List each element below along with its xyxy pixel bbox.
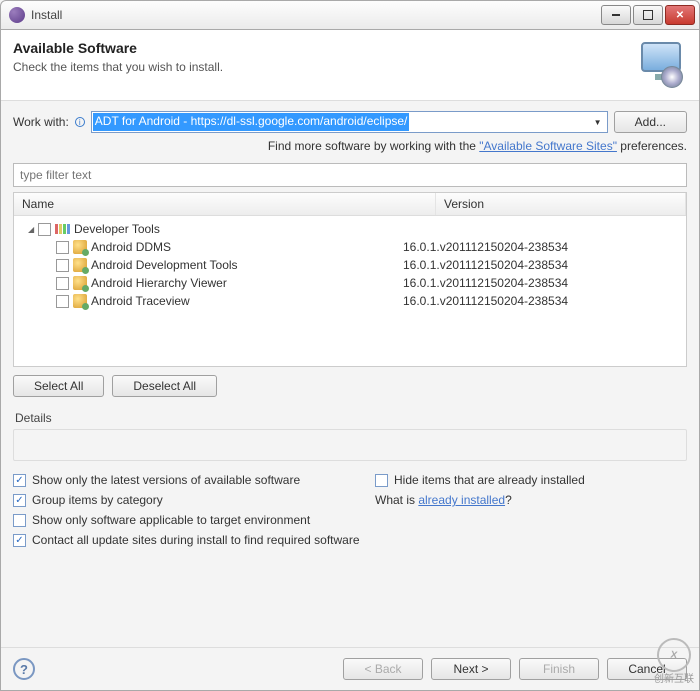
item-version: 16.0.1.v201112150204-238534 — [403, 276, 568, 290]
item-version: 16.0.1.v201112150204-238534 — [403, 294, 568, 308]
item-name: Android Traceview — [91, 294, 403, 308]
sites-suffix: preferences. — [620, 139, 687, 153]
help-button[interactable]: ? — [13, 658, 35, 680]
column-name[interactable]: Name — [14, 193, 436, 215]
item-checkbox[interactable] — [56, 277, 69, 290]
sites-prefix: Find more software by working with the — [268, 139, 479, 153]
sites-hint: Find more software by working with the "… — [13, 139, 687, 153]
add-button[interactable]: Add... — [614, 111, 687, 133]
watermark-text: 创新互联 — [654, 674, 694, 685]
app-icon — [9, 7, 25, 23]
feature-icon — [73, 294, 87, 308]
details-box — [13, 429, 687, 461]
banner-text: Available Software Check the items that … — [13, 40, 223, 90]
feature-icon — [73, 276, 87, 290]
software-table: Name Version Developer Tools Android DDM… — [13, 192, 687, 367]
watermark-logo: X — [654, 635, 693, 674]
watermark: X 创新互联 — [654, 638, 694, 685]
opt-show-latest[interactable]: ✓ Show only the latest versions of avail… — [13, 473, 363, 487]
select-all-button[interactable]: Select All — [13, 375, 104, 397]
next-button[interactable]: Next > — [431, 658, 511, 680]
opt-label: Group items by category — [32, 493, 163, 507]
item-version: 16.0.1.v201112150204-238534 — [403, 240, 568, 254]
checkbox-icon[interactable]: ✓ — [13, 474, 26, 487]
window-titlebar: Install — [0, 0, 700, 30]
item-checkbox[interactable] — [56, 295, 69, 308]
maximize-button[interactable] — [633, 5, 663, 25]
feature-icon — [73, 240, 87, 254]
finish-button: Finish — [519, 658, 599, 680]
checkbox-icon[interactable] — [13, 514, 26, 527]
work-with-row: Work with: i ADT for Android - https://d… — [13, 111, 687, 133]
details-section: Details — [13, 407, 687, 461]
item-version: 16.0.1.v201112150204-238534 — [403, 258, 568, 272]
expand-icon[interactable] — [28, 224, 38, 234]
work-with-label: Work with: — [13, 115, 69, 129]
column-version[interactable]: Version — [436, 193, 686, 215]
checkbox-icon[interactable]: ✓ — [13, 494, 26, 507]
feature-icon — [73, 258, 87, 272]
checkbox-icon[interactable] — [375, 474, 388, 487]
software-tree: Developer Tools Android DDMS 16.0.1.v201… — [14, 216, 686, 314]
what-is-prefix: What is — [375, 493, 418, 507]
window-body: Available Software Check the items that … — [0, 30, 700, 691]
what-is-row: What is already installed? — [375, 493, 687, 507]
tree-item-row[interactable]: Android Traceview 16.0.1.v201112150204-2… — [14, 292, 686, 310]
opt-label: Hide items that are already installed — [394, 473, 585, 487]
work-with-input[interactable] — [91, 111, 608, 133]
banner-heading: Available Software — [13, 40, 223, 56]
minimize-button[interactable] — [601, 5, 631, 25]
item-name: Android Hierarchy Viewer — [91, 276, 403, 290]
tree-item-row[interactable]: Android Hierarchy Viewer 16.0.1.v2011121… — [14, 274, 686, 292]
work-with-combo[interactable]: ADT for Android - https://dl-ssl.google.… — [91, 111, 608, 133]
wizard-footer: ? < Back Next > Finish Cancel — [1, 647, 699, 690]
checkbox-icon[interactable]: ✓ — [13, 534, 26, 547]
item-checkbox[interactable] — [56, 259, 69, 272]
content-area: Work with: i ADT for Android - https://d… — [1, 101, 699, 647]
opt-group-category[interactable]: ✓ Group items by category — [13, 493, 363, 507]
window-title: Install — [31, 8, 601, 22]
item-name: Android DDMS — [91, 240, 403, 254]
tree-group-row[interactable]: Developer Tools — [14, 220, 686, 238]
item-name: Android Development Tools — [91, 258, 403, 272]
item-checkbox[interactable] — [56, 241, 69, 254]
details-label: Details — [13, 407, 687, 429]
wizard-banner: Available Software Check the items that … — [1, 30, 699, 101]
selection-buttons: Select All Deselect All — [13, 375, 687, 397]
tree-item-row[interactable]: Android Development Tools 16.0.1.v201112… — [14, 256, 686, 274]
group-checkbox[interactable] — [38, 223, 51, 236]
install-icon — [637, 40, 687, 90]
opt-hide-installed[interactable]: Hide items that are already installed — [375, 473, 687, 487]
category-icon — [55, 224, 70, 234]
opt-label: Show only software applicable to target … — [32, 513, 310, 527]
available-sites-link[interactable]: "Available Software Sites" — [479, 139, 617, 153]
filter-input[interactable] — [13, 163, 687, 187]
banner-subheading: Check the items that you wish to install… — [13, 60, 223, 74]
opt-label: Contact all update sites during install … — [32, 533, 360, 547]
table-header: Name Version — [14, 193, 686, 216]
opt-show-applicable[interactable]: Show only software applicable to target … — [13, 513, 687, 527]
opt-contact-sites[interactable]: ✓ Contact all update sites during instal… — [13, 533, 687, 547]
window-controls — [601, 5, 695, 25]
close-button[interactable] — [665, 5, 695, 25]
already-installed-link[interactable]: already installed — [418, 493, 505, 507]
deselect-all-button[interactable]: Deselect All — [112, 375, 217, 397]
back-button: < Back — [343, 658, 423, 680]
info-icon[interactable]: i — [75, 117, 85, 127]
options-section: ✓ Show only the latest versions of avail… — [13, 473, 687, 547]
opt-label: Show only the latest versions of availab… — [32, 473, 300, 487]
chevron-down-icon[interactable]: ▼ — [590, 113, 606, 131]
tree-item-row[interactable]: Android DDMS 16.0.1.v201112150204-238534 — [14, 238, 686, 256]
group-label: Developer Tools — [74, 222, 414, 236]
